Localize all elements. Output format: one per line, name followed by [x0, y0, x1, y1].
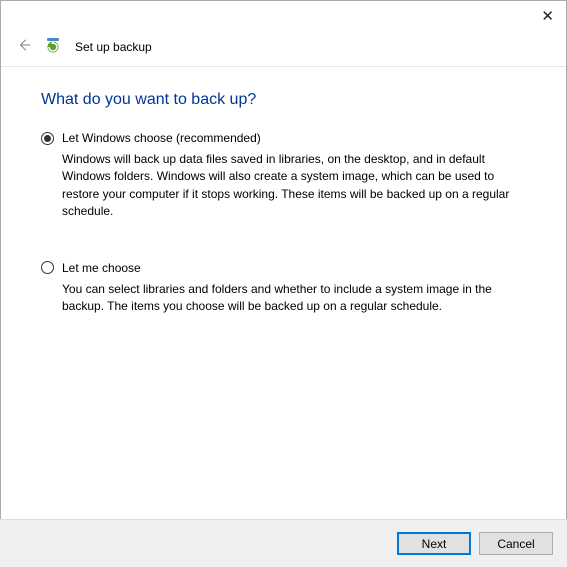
- back-arrow-icon[interactable]: [17, 38, 31, 55]
- option-windows-choose[interactable]: Let Windows choose (recommended) Windows…: [41, 131, 526, 221]
- titlebar: ✕: [1, 1, 566, 31]
- radio-windows-choose[interactable]: [41, 132, 54, 145]
- option-let-me-choose-label: Let me choose: [62, 261, 141, 275]
- radio-let-me-choose[interactable]: [41, 261, 54, 274]
- cancel-button[interactable]: Cancel: [479, 532, 553, 555]
- wizard-header: Set up backup: [1, 31, 566, 67]
- next-button[interactable]: Next: [397, 532, 471, 555]
- backup-icon: [45, 37, 61, 56]
- page-heading: What do you want to back up?: [41, 91, 526, 109]
- close-icon[interactable]: ✕: [541, 9, 554, 24]
- wizard-footer: Next Cancel: [0, 519, 567, 567]
- option-windows-choose-label: Let Windows choose (recommended): [62, 131, 261, 145]
- wizard-content: What do you want to back up? Let Windows…: [1, 67, 566, 365]
- option-let-me-choose-desc: You can select libraries and folders and…: [62, 281, 526, 316]
- wizard-title: Set up backup: [75, 40, 152, 54]
- option-let-me-choose[interactable]: Let me choose You can select libraries a…: [41, 261, 526, 316]
- option-windows-choose-desc: Windows will back up data files saved in…: [62, 151, 526, 221]
